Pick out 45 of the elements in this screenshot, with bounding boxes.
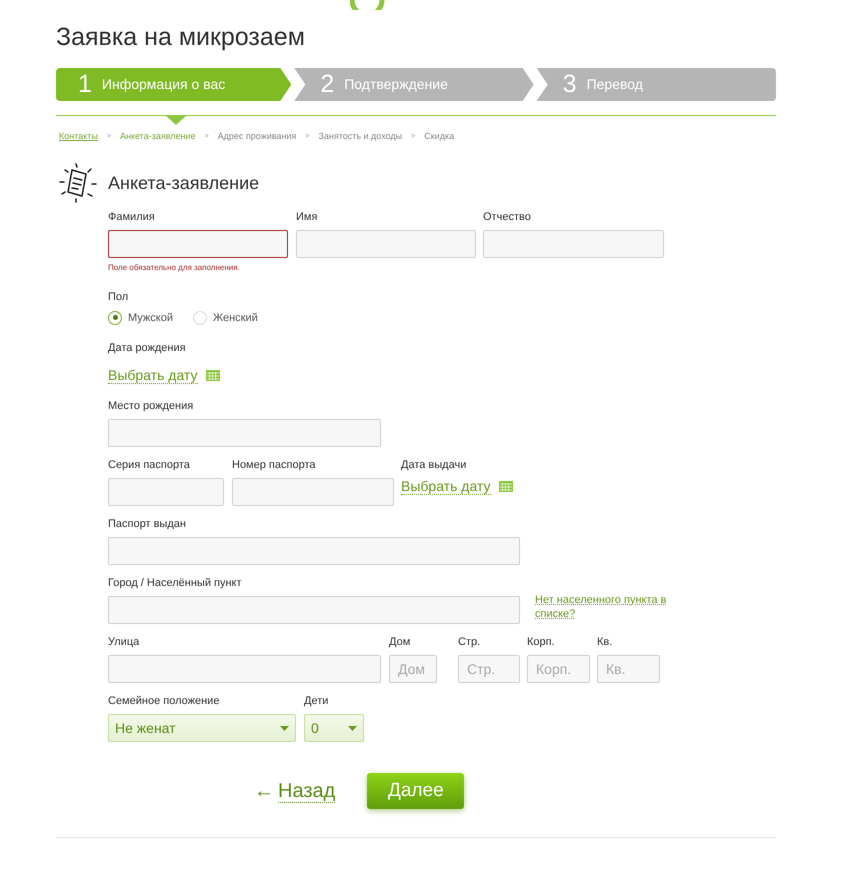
section-title: Анкета-заявление bbox=[108, 172, 260, 195]
field-label: Паспорт выдан bbox=[108, 517, 187, 531]
field-label: Улица bbox=[108, 635, 140, 649]
field-label: Дом bbox=[389, 635, 412, 649]
field-label: Кв. bbox=[597, 635, 614, 649]
caret-icon bbox=[280, 726, 289, 730]
dropdown[interactable]: Не женат bbox=[108, 714, 296, 742]
field-label: Пол bbox=[108, 290, 130, 304]
breadcrumb-link[interactable]: Скидка bbox=[424, 130, 454, 144]
radio-icon[interactable] bbox=[108, 310, 122, 325]
choose-date-link[interactable]: Выбрать дату bbox=[108, 367, 198, 384]
field-label: Дата выдачи bbox=[401, 458, 468, 472]
field-label: Место рождения bbox=[108, 399, 194, 413]
field-label: Фамилия bbox=[108, 210, 156, 224]
breadcrumb-link[interactable]: Адрес проживания bbox=[218, 130, 296, 144]
breadcrumb-link[interactable]: Анкета-заявление bbox=[120, 130, 196, 144]
field-label: Город / Населённый пункт bbox=[108, 576, 243, 590]
field-label: Стр. bbox=[458, 635, 482, 649]
calendar-icon[interactable] bbox=[206, 370, 220, 381]
missing-city-link[interactable]: Нет населенного пункта в списке? bbox=[535, 593, 675, 621]
back-link[interactable]: ← Назад bbox=[254, 776, 336, 806]
breadcrumb-link[interactable]: Занятость и доходы bbox=[318, 130, 402, 144]
step-tab[interactable]: 2 Подтверждение bbox=[294, 68, 534, 101]
field-label: Отчество bbox=[483, 210, 532, 224]
calendar-icon[interactable] bbox=[498, 481, 512, 492]
field-label: Семейное положение bbox=[108, 694, 220, 708]
step-tab[interactable]: 1 Информация о вас bbox=[56, 68, 292, 101]
radio-option[interactable]: Мужской bbox=[108, 310, 173, 326]
radio-option[interactable]: Женский bbox=[192, 310, 258, 326]
dropdown[interactable]: 0 bbox=[304, 714, 364, 742]
field-label: Дети bbox=[304, 694, 330, 708]
field-label: Номер паспорта bbox=[232, 458, 316, 472]
next-button[interactable]: Далее bbox=[367, 773, 464, 809]
field-label: Дата рождения bbox=[108, 341, 187, 355]
field-label: Корп. bbox=[527, 635, 556, 649]
step-tab[interactable]: 3 Перевод bbox=[536, 68, 776, 101]
choose-date-link[interactable]: Выбрать дату bbox=[401, 478, 490, 495]
page-title: Заявка на микрозаем bbox=[56, 22, 306, 52]
caret-icon bbox=[348, 726, 357, 730]
text-field[interactable] bbox=[108, 230, 288, 258]
field-label: Серия паспорта bbox=[108, 458, 191, 472]
error-message: Поле обязательно для заполнения. bbox=[108, 262, 241, 274]
field-label: Имя bbox=[296, 210, 318, 224]
logo-icon bbox=[350, 0, 386, 10]
breadcrumb-link[interactable]: Контакты bbox=[59, 130, 98, 144]
